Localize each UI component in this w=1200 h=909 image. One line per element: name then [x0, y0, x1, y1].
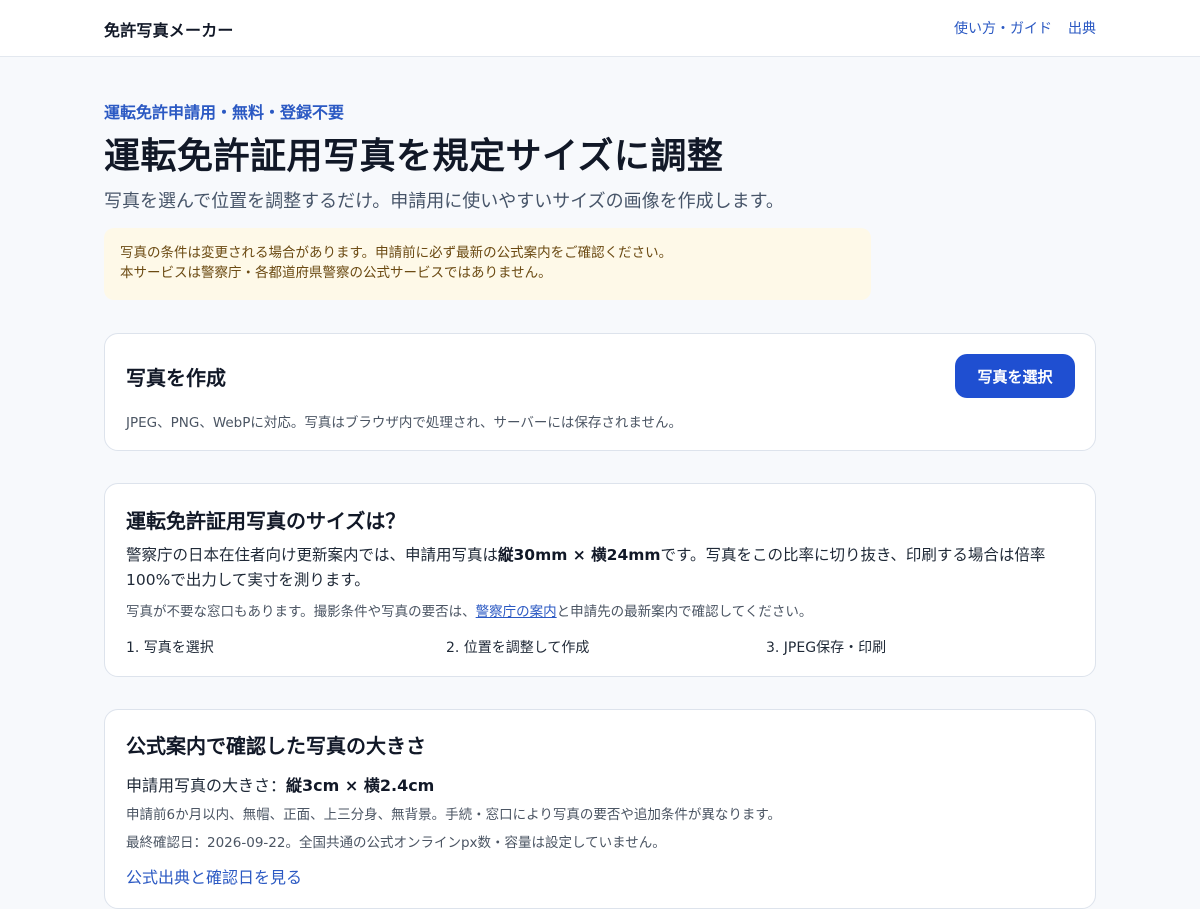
last-checked-note: 最終確認日：2026-09-22。全国共通の公式オンラインpx数・容量は設定して… — [126, 835, 666, 851]
size-description: 警察庁の日本在住者向け更新案内では、申請用写真は縦30mm × 横24mmです。… — [126, 543, 1076, 593]
nav-link-guide[interactable]: 使い方・ガイド — [954, 18, 1052, 38]
steps-list: 1. 写真を選択 2. 位置を調整して作成 3. JPEG保存・印刷 — [126, 637, 1086, 657]
create-card-title: 写真を作成 — [126, 366, 226, 390]
npa-guide-link[interactable]: 警察庁の案内 — [476, 604, 557, 620]
nav-link-sources[interactable]: 出典 — [1068, 18, 1096, 38]
official-size-value: 縦3cm × 横2.4cm — [286, 776, 435, 795]
notice-line-1: 写真の条件は変更される場合があります。申請前に必ず最新の公式案内をご確認ください… — [120, 245, 673, 261]
official-size-card: 公式案内で確認した写真の大きさ 申請用写真の大きさ：縦3cm × 横2.4cm … — [104, 709, 1096, 909]
brand-logo[interactable]: 免許写真メーカー — [104, 17, 234, 41]
select-photo-button[interactable]: 写真を選択 — [955, 354, 1075, 398]
hero-eyebrow: 運転免許申請用・無料・登録不要 — [104, 103, 345, 122]
photo-conditions: 申請前6か月以内、無帽、正面、上三分身、無背景。手続・窓口により写真の要否や追加… — [126, 807, 781, 823]
official-card-title: 公式案内で確認した写真の大きさ — [126, 734, 426, 758]
supported-formats-note: JPEG、PNG、WebPに対応。写真はブラウザ内で処理され、サーバーには保存さ… — [126, 415, 682, 431]
step-item: 3. JPEG保存・印刷 — [766, 640, 887, 656]
size-text-bold: 縦30mm × 横24mm — [498, 546, 661, 564]
official-sources-link[interactable]: 公式出典と確認日を見る — [126, 864, 302, 888]
size-card-title: 運転免許証用写真のサイズは？ — [126, 509, 406, 533]
size-note-before: 写真が不要な窓口もあります。撮影条件や写真の要否は、 — [126, 604, 476, 620]
step-item: 1. 写真を選択 — [126, 640, 214, 656]
official-size-label: 申請用写真の大きさ： — [126, 776, 287, 795]
notice-box: 写真の条件は変更される場合があります。申請前に必ず最新の公式案内をご確認ください… — [104, 228, 871, 300]
hero-subtitle: 写真を選んで位置を調整するだけ。申請用に使いやすいサイズの画像を作成します。 — [104, 191, 784, 212]
page-title: 運転免許証用写真を規定サイズに調整 — [104, 135, 724, 177]
size-note-after: と申請先の最新案内で確認してください。 — [556, 604, 813, 620]
top-nav: 使い方・ガイド 出典 — [954, 18, 1096, 38]
create-photo-card: 写真を作成 写真を選択 JPEG、PNG、WebPに対応。写真はブラウザ内で処理… — [104, 333, 1096, 451]
size-text-before: 警察庁の日本在住者向け更新案内では、申請用写真は — [126, 546, 499, 564]
official-size-line: 申請用写真の大きさ：縦3cm × 横2.4cm — [126, 772, 434, 796]
top-bar: 免許写真メーカー 使い方・ガイド 出典 — [0, 0, 1200, 57]
notice-line-2: 本サービスは警察庁・各都道府県警察の公式サービスではありません。 — [120, 265, 552, 281]
step-item: 2. 位置を調整して作成 — [446, 640, 590, 656]
size-note: 写真が不要な窓口もあります。撮影条件や写真の要否は、警察庁の案内と申請先の最新案… — [126, 600, 812, 620]
photo-size-card: 運転免許証用写真のサイズは？ 警察庁の日本在住者向け更新案内では、申請用写真は縦… — [104, 483, 1096, 677]
